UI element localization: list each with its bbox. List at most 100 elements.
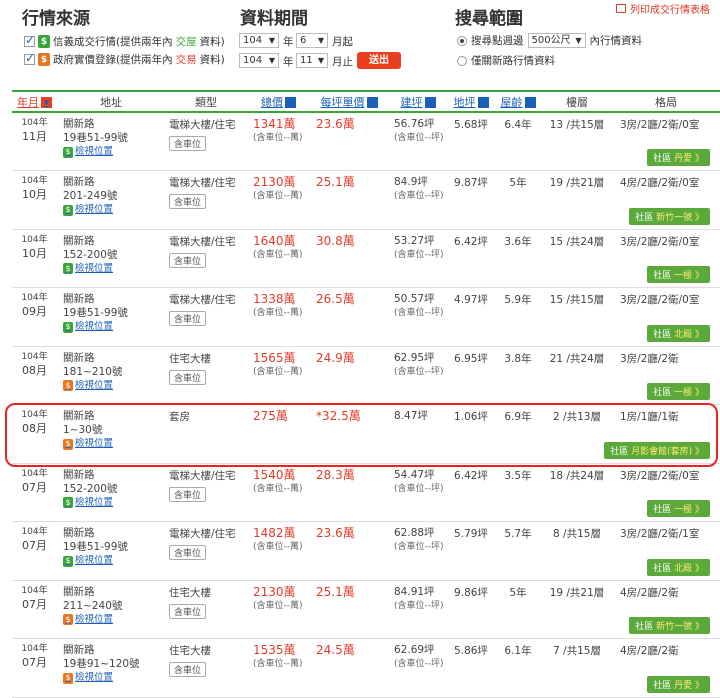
map-pin-icon: $ (63, 672, 73, 684)
year: 104年 (21, 468, 48, 479)
view-location-link[interactable]: $ 檢視位置 (63, 203, 165, 217)
building-type: 住宅大樓 (169, 352, 211, 365)
unit-price: 24.5萬 (316, 643, 355, 657)
map-pin-icon: $ (63, 146, 73, 158)
total-price: 1540萬 (253, 467, 296, 482)
sort-desc-icon[interactable]: ▼ (41, 97, 52, 108)
table-row: 104年 07月 關新路 19巷51-99號 $ 檢視位置 電梯大樓/住宅 含車位 1482萬(… (12, 521, 720, 581)
view-location-link[interactable]: $ 檢視位置 (63, 554, 165, 568)
cell-building-area: 84.91坪 (含車位--坪) (388, 580, 448, 639)
cell-building-area: 8.47坪 (388, 404, 448, 464)
cell-age: 3.5年 (494, 463, 542, 522)
map-pin-icon: $ (63, 204, 73, 216)
view-location-link[interactable]: $ 檢視位置 (63, 437, 165, 451)
sort-icon[interactable]: ▼ (524, 97, 536, 108)
view-location-link[interactable]: $ 檢視位置 (63, 671, 165, 685)
view-location-label: 檢視位置 (75, 613, 114, 625)
col-age[interactable]: 屋齡 ▼ (494, 90, 542, 113)
start-suffix: 月起 (332, 36, 353, 48)
view-location-link[interactable]: $ 檢視位置 (63, 613, 165, 627)
table-row: 104年 08月 關新路 1~30號 $ 檢視位置 套房 275萬 *32.5萬 8.47坪 1.0… (12, 404, 720, 464)
cell-yearmonth: 104年 07月 (12, 463, 57, 522)
community-name: 一極 》 (674, 271, 704, 281)
building-type: 電梯大樓/住宅 (169, 294, 236, 306)
start-year-select[interactable]: 104 ▼ (239, 33, 279, 48)
start-year-value: 104 (243, 35, 263, 46)
end-month-select[interactable]: 11 ▼ (296, 53, 328, 68)
month: 11月 (22, 130, 47, 143)
community-name: 一極 》 (674, 505, 704, 515)
start-month-select[interactable]: 6 ▼ (296, 33, 328, 48)
col-layout: 格局 (612, 90, 720, 113)
building-type: 電梯大樓/住宅 (169, 177, 236, 189)
community-name: 北殿 》 (674, 329, 704, 340)
community-button[interactable]: 社區 北殿 》 (647, 558, 710, 576)
cell-land-area: 1.06坪 (448, 404, 494, 464)
col-unit-price-label: 每坪單價 (320, 95, 365, 109)
cell-age: 6.4年 (494, 112, 542, 171)
cell-total-price: 275萬 (247, 404, 310, 464)
community-button[interactable]: 社區 新竹一號 》 (629, 207, 710, 225)
source-gov[interactable]: $ 政府實價登錄(提供兩年內交易資料) (24, 51, 225, 67)
col-total-price[interactable]: 總價 ▼ (247, 90, 310, 113)
cell-age: 5年 (494, 170, 542, 230)
view-location-link[interactable]: $ 檢視位置 (63, 145, 165, 159)
unit-price: 28.3萬 (316, 467, 355, 482)
checkbox-gov[interactable] (24, 51, 35, 65)
cell-type: 電梯大樓/住宅 含車位 (165, 112, 247, 171)
total-price: 1341萬 (253, 117, 296, 131)
col-unit-price[interactable]: 每坪單價 ▼ (310, 90, 388, 113)
sort-icon[interactable]: ▼ (477, 97, 489, 108)
view-location-link[interactable]: $ 檢視位置 (63, 496, 165, 510)
cell-building-area: 53.27坪 (含車位--坪) (388, 229, 448, 288)
cell-yearmonth: 104年 11月 (12, 112, 57, 171)
community-button[interactable]: 社區 丹愛 》 (647, 675, 710, 693)
view-location-link[interactable]: $ 檢視位置 (63, 320, 165, 334)
col-yearmonth[interactable]: 年月 ▼ (12, 90, 57, 113)
community-button[interactable]: 社區 月影會館(套房) 》 (604, 441, 710, 459)
end-year-value: 104 (243, 55, 263, 66)
table-row: 104年 11月 關新路 19巷51-99號 $ 檢視位置 電梯大樓/住宅 含車位 1341萬(… (12, 112, 720, 171)
cell-total-price: 1341萬 (含車位--萬) (247, 112, 310, 171)
community-button[interactable]: 社區 一極 》 (647, 383, 710, 400)
end-year-select[interactable]: 104 ▼ (239, 53, 279, 68)
unit-price: 25.1萬 (316, 175, 355, 189)
source-gov-text: 政府實價登錄(提供兩年內 (53, 54, 173, 66)
sort-icon[interactable]: ▼ (366, 97, 378, 108)
community-button[interactable]: 社區 一極 》 (647, 266, 710, 283)
community-button[interactable]: 社區 北殿 》 (647, 324, 710, 342)
radio-radius[interactable] (457, 35, 467, 46)
source-gov-tail: 資料) (199, 54, 225, 66)
view-location-label: 檢視位置 (75, 262, 114, 274)
cell-unit-price: 25.1萬 (310, 170, 388, 230)
cell-land-area: 6.42坪 (448, 463, 494, 522)
community-button[interactable]: 社區 丹愛 》 (647, 149, 710, 166)
print-table-link[interactable]: 列印成交行情表格 (616, 1, 710, 16)
building-area: 8.47坪 (394, 410, 428, 422)
radio-road[interactable] (457, 55, 467, 66)
range-option-road[interactable]: 僅關新路行情資料 (457, 53, 555, 68)
sort-icon[interactable]: ▼ (285, 97, 296, 108)
building-area: 62.88坪 (394, 527, 435, 539)
community-button[interactable]: 社區 一極 》 (647, 500, 710, 517)
checkbox-sinyi[interactable] (24, 33, 35, 47)
source-sinyi[interactable]: $ 信義成交行情(提供兩年內交屋資料) (24, 33, 225, 49)
submit-button[interactable]: 送出 (357, 52, 401, 69)
source-sinyi-tail: 資料) (199, 36, 225, 48)
month: 07月 (22, 480, 47, 494)
cell-age: 6.9年 (494, 404, 542, 464)
cell-address: 關新路 19巷51-99號 $ 檢視位置 (57, 112, 165, 171)
cell-unit-price: *32.5萬 (310, 404, 388, 464)
cell-land-area: 6.42坪 (448, 229, 494, 288)
view-location-link[interactable]: $ 檢視位置 (63, 379, 165, 393)
period-title: 資料期間 (240, 9, 308, 29)
col-land-area[interactable]: 地坪 ▼ (448, 90, 494, 113)
radius-select[interactable]: 500公尺 ▼ (527, 33, 586, 48)
cell-floor: 19 /共21層 (542, 170, 612, 230)
view-location-link[interactable]: $ 檢視位置 (63, 262, 165, 276)
community-button[interactable]: 社區 新竹一號 》 (629, 617, 710, 634)
sort-icon[interactable]: ▼ (424, 97, 436, 108)
col-building-area[interactable]: 建坪 ▼ (388, 90, 448, 113)
range-option-radius[interactable]: 搜尋點週邊 500公尺 ▼ 內行情資料 (457, 33, 642, 48)
unit-price: 24.9萬 (316, 350, 355, 365)
